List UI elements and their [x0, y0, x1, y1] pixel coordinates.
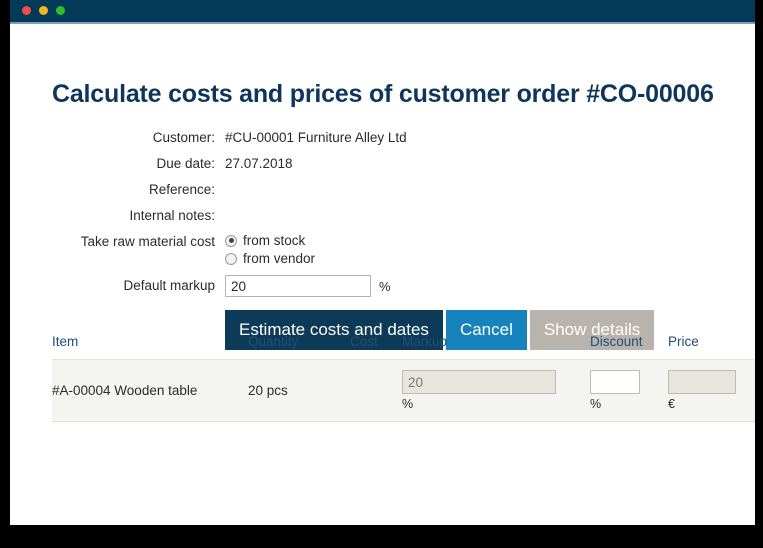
form-row-customer: Customer: #CU-00001 Furniture Alley Ltd: [10, 126, 755, 150]
page-title: Calculate costs and prices of customer o…: [52, 80, 714, 108]
radio-label-from-stock: from stock: [243, 233, 306, 248]
customer-label: Customer:: [152, 130, 215, 145]
radio-icon-from-vendor[interactable]: [225, 252, 237, 265]
column-header-discount: Discount: [590, 334, 668, 360]
column-header-markup: Markup: [402, 334, 590, 360]
column-header-item: Item: [52, 334, 248, 360]
row-markup-unit: %: [402, 397, 414, 411]
column-header-price: Price: [668, 334, 755, 360]
form-row-due-date: Due date: 27.07.2018: [10, 152, 755, 176]
window-controls: [22, 6, 65, 15]
form-row-internal-notes: Internal notes:: [10, 204, 755, 228]
reference-label: Reference:: [148, 182, 215, 197]
titlebar-background: [10, 0, 755, 22]
cell-item: #A-00004 Wooden table: [52, 359, 248, 422]
radio-icon-from-stock[interactable]: [225, 234, 237, 247]
raw-material-cost-label: Take raw material cost: [80, 234, 215, 249]
column-header-quantity: Quantity: [248, 334, 350, 360]
items-table: Item Quantity Cost Markup Discount Price…: [52, 334, 755, 422]
internal-notes-label: Internal notes:: [129, 208, 215, 223]
column-header-cost: Cost: [350, 334, 402, 360]
items-table-header-row: Item Quantity Cost Markup Discount Price: [52, 334, 755, 360]
due-date-value: 27.07.2018: [225, 156, 293, 171]
maximize-window-button[interactable]: [56, 6, 65, 15]
cell-markup: %: [402, 359, 590, 422]
default-markup-unit: %: [379, 278, 391, 294]
form-row-raw-material-cost: Take raw material cost from stock from v…: [10, 230, 755, 268]
customer-value: #CU-00001 Furniture Alley Ltd: [225, 130, 407, 145]
row-price-unit: €: [668, 397, 675, 411]
window-titlebar: [10, 0, 755, 24]
due-date-label: Due date:: [156, 156, 215, 171]
cell-discount: %: [590, 359, 668, 422]
raw-material-cost-radio-group: from stock from vendor: [225, 230, 315, 268]
app-window: Calculate costs and prices of customer o…: [10, 0, 755, 525]
row-discount-unit: %: [590, 397, 602, 411]
items-table-container: Item Quantity Cost Markup Discount Price…: [52, 334, 755, 422]
radio-option-from-stock[interactable]: from stock: [225, 232, 315, 249]
cell-cost: [350, 359, 402, 422]
table-row: #A-00004 Wooden table 20 pcs % %: [52, 359, 755, 422]
radio-option-from-vendor[interactable]: from vendor: [225, 250, 315, 267]
cell-quantity: 20 pcs: [248, 359, 350, 422]
default-markup-input[interactable]: [225, 275, 371, 297]
close-window-button[interactable]: [22, 6, 31, 15]
row-discount-input[interactable]: [590, 370, 640, 394]
default-markup-label: Default markup: [123, 278, 215, 293]
radio-label-from-vendor: from vendor: [243, 251, 316, 266]
form-row-default-markup: Default markup %: [10, 274, 755, 298]
cell-price: €: [668, 359, 755, 422]
form-row-reference: Reference:: [10, 178, 755, 202]
page-content: Calculate costs and prices of customer o…: [10, 24, 755, 525]
minimize-window-button[interactable]: [39, 6, 48, 15]
item-name: #A-00004 Wooden table: [52, 383, 198, 398]
row-markup-input[interactable]: [402, 370, 556, 394]
row-price-input[interactable]: [668, 370, 736, 394]
